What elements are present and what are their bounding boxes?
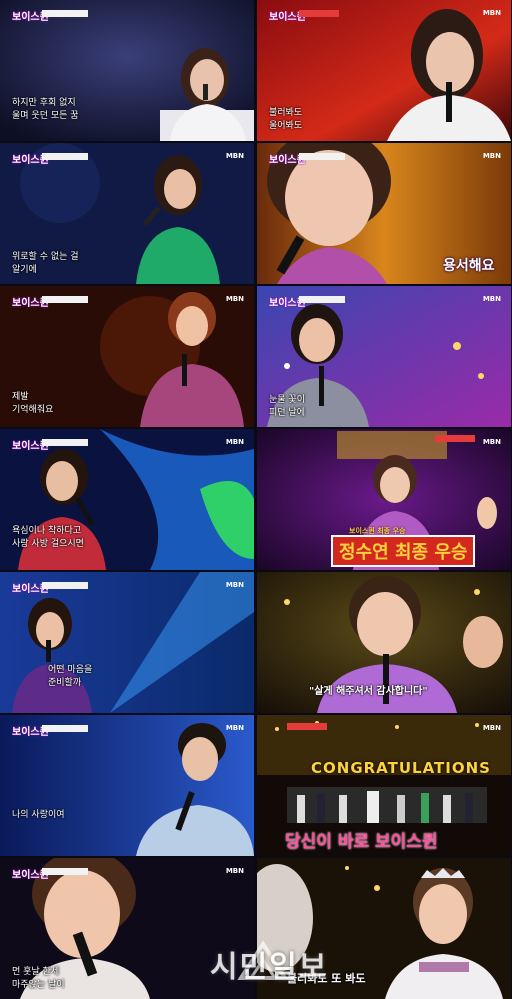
subtitle: 위로할 수 없는 걸 알기에 xyxy=(12,252,79,275)
info-bar xyxy=(42,10,88,17)
panel-2: 보이스퀸 MBN 불러봐도 울어봐도 xyxy=(257,0,511,141)
panel-10: "살게 해주셔서 감사합니다" xyxy=(257,572,511,713)
panel-11: 보이스퀸 MBN 나의 사랑이여 xyxy=(0,715,254,856)
winner-caption: 정수연 최종 우승 xyxy=(331,535,476,567)
panel-12: MBN CONGRATULATIONS 당신이 바로 보이스퀸 xyxy=(257,715,511,856)
panel-4: 보이스퀸 MBN 용서해요 xyxy=(257,143,511,284)
channel-logo: MBN xyxy=(225,295,244,303)
info-bar xyxy=(299,10,339,17)
panel-5: 보이스퀸 MBN 제발 기억해줘요 xyxy=(0,286,254,427)
panel-3: 보이스퀸 MBN 위로할 수 없는 걸 알기에 xyxy=(0,143,254,284)
subtitle: 불러봐도 울어봐도 xyxy=(269,108,303,131)
subtitle: 제발 기억해줘요 xyxy=(12,392,54,415)
info-bar xyxy=(42,296,88,303)
channel-logo: MBN xyxy=(225,724,244,732)
subtitle: 나의 사랑이여 xyxy=(12,810,65,820)
channel-logo: MBN xyxy=(482,724,501,732)
panel-1: 보이스퀸 하지만 후회 없지 울며 웃던 모든 꿈 xyxy=(0,0,254,141)
channel-logo: MBN xyxy=(482,9,501,17)
channel-logo: MBN xyxy=(225,581,244,589)
info-bar xyxy=(42,582,88,589)
info-bar xyxy=(299,296,345,303)
info-bar xyxy=(435,435,475,442)
info-bar xyxy=(42,725,88,732)
caption-forgive: 용서해요 xyxy=(443,258,495,274)
channel-logo: MBN xyxy=(482,438,501,446)
info-bar xyxy=(42,439,88,446)
subtitle: 욕심이나 착하다고 사랑 사방 걸으시면 xyxy=(12,526,84,549)
channel-logo: MBN xyxy=(225,438,244,446)
panel-8: MBN 보이스퀸 최종 우승 정수연 최종 우승 xyxy=(257,429,511,570)
subtitle: 눈물 꽃이 피던 날에 xyxy=(269,395,305,418)
info-bar xyxy=(287,723,327,730)
congrats-banner: CONGRATULATIONS xyxy=(311,759,491,777)
info-bar xyxy=(42,153,88,160)
channel-logo: MBN xyxy=(482,295,501,303)
channel-logo: MBN xyxy=(482,152,501,160)
subtitle: 먼 훗날 한세 마주앉는 날이 xyxy=(12,967,65,990)
subtitle: 어떤 마음을 준비할까 xyxy=(48,665,93,688)
info-bar xyxy=(42,868,88,875)
photo-collage: 보이스퀸 하지만 후회 없지 울며 웃던 모든 꿈 보이스퀸 MBN 불러봐도 … xyxy=(0,0,512,999)
panel-7: 보이스퀸 MBN 욕심이나 착하다고 사랑 사방 걸으시면 xyxy=(0,429,254,570)
panel-9: 보이스퀸 MBN 어떤 마음을 준비할까 xyxy=(0,572,254,713)
watermark-text: 시민일보 xyxy=(210,950,329,985)
thanks-caption: "살게 해주셔서 감사합니다" xyxy=(309,686,428,697)
subtitle: 하지만 후회 없지 울며 웃던 모든 꿈 xyxy=(12,98,79,121)
channel-logo: MBN xyxy=(225,867,244,875)
voice-queen-caption: 당신이 바로 보이스퀸 xyxy=(285,832,438,852)
channel-logo: MBN xyxy=(225,152,244,160)
info-bar xyxy=(299,153,345,160)
panel-6: 보이스퀸 MBN 눈물 꽃이 피던 날에 xyxy=(257,286,511,427)
